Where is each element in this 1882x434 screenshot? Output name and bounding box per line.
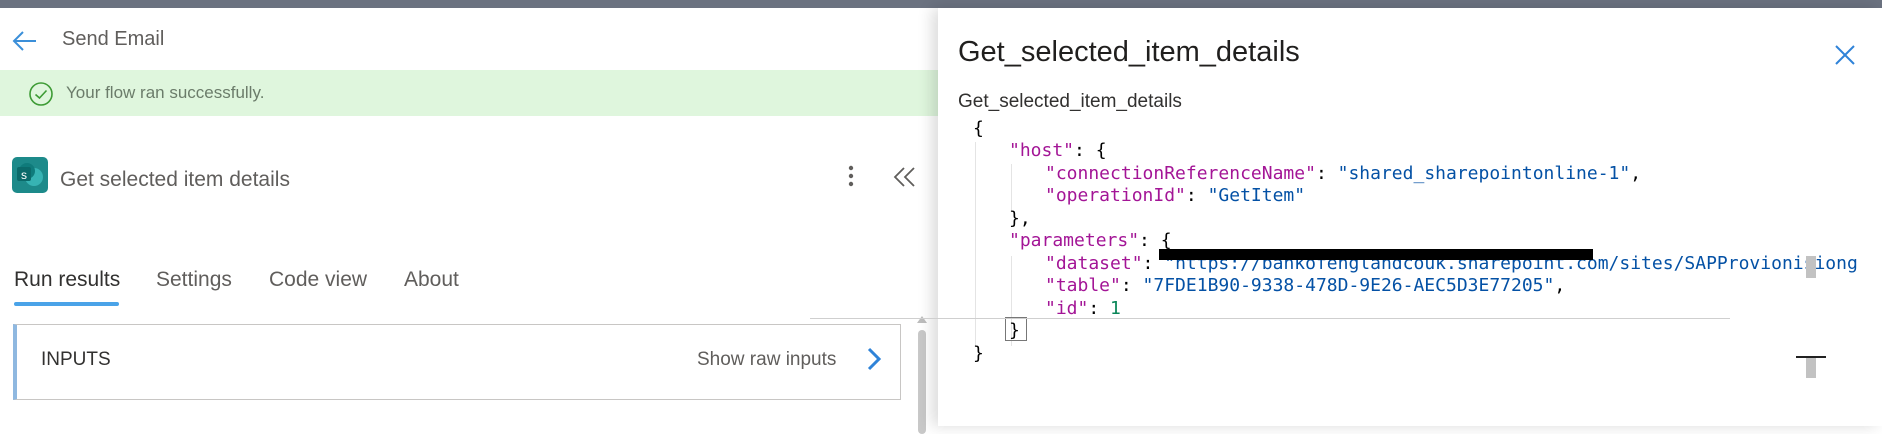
current-line-indicator xyxy=(810,318,1730,319)
details-panel: Get_selected_item_details Get_selected_i… xyxy=(938,8,1882,426)
bracket-match-highlight xyxy=(1005,317,1027,341)
code-token: { xyxy=(973,118,984,139)
code-token: : { xyxy=(1139,230,1172,251)
success-banner: Your flow ran successfully. xyxy=(0,70,938,116)
left-scrollbar[interactable] xyxy=(917,308,927,434)
code-line: } xyxy=(973,341,984,367)
tab-bar: Run results Settings Code view About xyxy=(0,248,938,314)
code-token: } xyxy=(973,343,984,364)
close-button[interactable] xyxy=(1832,42,1858,68)
page-title: Send Email xyxy=(62,28,165,50)
code-viewer[interactable]: { "host": { "connectionReferenceName": "… xyxy=(973,116,1882,426)
indent-guide xyxy=(975,142,976,346)
window-top-bar xyxy=(0,0,1882,8)
show-raw-inputs-link[interactable]: Show raw inputs xyxy=(697,349,836,371)
inputs-section: INPUTS Show raw inputs xyxy=(13,324,901,400)
panel-title: Get_selected_item_details xyxy=(958,36,1300,68)
more-options-button[interactable] xyxy=(840,162,862,190)
tab-code-view[interactable]: Code view xyxy=(269,268,367,292)
check-circle-icon xyxy=(29,82,53,106)
code-token: , xyxy=(1630,163,1642,184)
tab-run-results[interactable]: Run results xyxy=(14,268,120,292)
code-token: 1 xyxy=(1110,298,1121,319)
indent-guide xyxy=(1011,164,1012,210)
chevron-right-icon[interactable] xyxy=(865,345,883,373)
more-vertical-icon xyxy=(848,165,854,187)
active-tab-indicator xyxy=(14,302,119,306)
code-token: "GetItem" xyxy=(1207,185,1306,206)
double-chevron-left-icon xyxy=(893,167,915,187)
code-token: "parameters" xyxy=(1009,230,1140,251)
success-message: Your flow ran successfully. xyxy=(66,83,265,102)
code-token: : xyxy=(1185,185,1208,206)
svg-text:s: s xyxy=(21,168,27,182)
tab-about[interactable]: About xyxy=(404,268,459,292)
code-token: : { xyxy=(1074,140,1107,161)
panel-subtitle: Get_selected_item_details xyxy=(958,91,1182,112)
close-icon xyxy=(1835,45,1855,65)
code-token: "id" xyxy=(1045,298,1089,319)
code-token: "shared_sharepointonline-1" xyxy=(1337,163,1631,184)
code-line: "table": "7FDE1B90-9338-478D-9E26-AEC5D3… xyxy=(1045,273,1565,299)
code-scroll-marker[interactable] xyxy=(1806,256,1816,278)
run-header: Send Email xyxy=(0,8,938,70)
code-token: "dataset" xyxy=(1045,253,1143,274)
step-header: s Get selected item details xyxy=(0,116,938,226)
code-token: "7FDE1B90-9338-478D-9E26-AEC5D3E77205" xyxy=(1142,275,1555,296)
scroll-thumb[interactable] xyxy=(918,330,926,434)
code-token: "connectionReferenceName" xyxy=(1045,163,1316,184)
inputs-label: INPUTS xyxy=(41,349,111,370)
code-token: "table" xyxy=(1045,275,1121,296)
back-button[interactable] xyxy=(10,26,40,56)
collapse-pane-button[interactable] xyxy=(890,164,920,190)
code-token: "operationId" xyxy=(1045,185,1186,206)
step-title: Get selected item details xyxy=(60,168,290,191)
code-scroll-position-line xyxy=(1796,356,1826,358)
code-token: : xyxy=(1088,298,1111,319)
code-token: : xyxy=(1315,163,1338,184)
code-token: , xyxy=(1554,275,1566,296)
code-token: }, xyxy=(1009,208,1031,229)
code-token: : xyxy=(1120,275,1143,296)
tab-settings[interactable]: Settings xyxy=(156,268,232,292)
sharepoint-icon: s xyxy=(12,157,48,193)
redaction-bar xyxy=(1159,249,1593,260)
code-line: { xyxy=(973,116,984,142)
arrow-left-icon xyxy=(12,31,36,51)
code-line: "operationId": "GetItem" xyxy=(1045,183,1305,209)
code-scroll-thumb[interactable] xyxy=(1806,356,1816,378)
code-token: "host" xyxy=(1009,140,1075,161)
flow-run-pane: Send Email Your flow ran successfully. s… xyxy=(0,8,938,434)
